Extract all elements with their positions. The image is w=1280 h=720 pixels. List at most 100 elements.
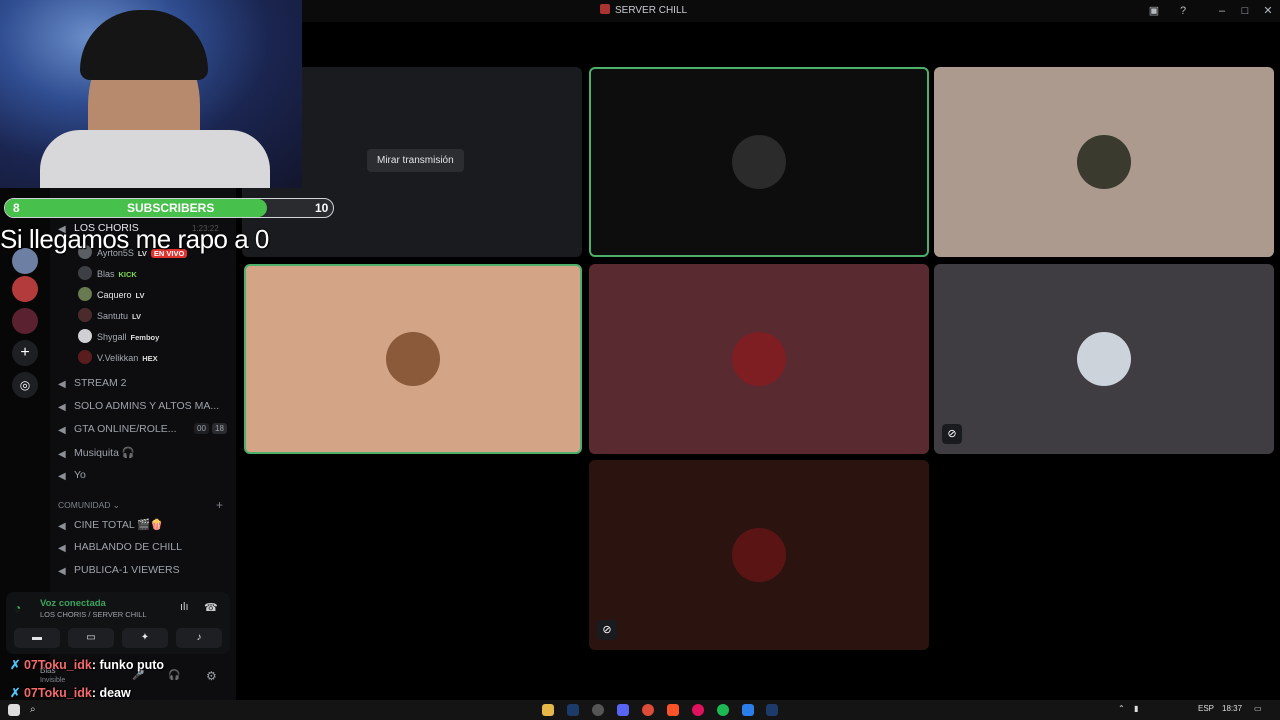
avatar [1077,135,1131,189]
avatar [732,528,786,582]
speaker-icon: ◀ [58,521,66,532]
channel-label: GTA ONLINE/ROLE... [74,423,177,435]
voice-grid: Mirar transmisión ⊘ ⊘ [236,22,1280,700]
speaker-icon: ◀ [58,543,66,554]
tray-chevron-icon[interactable]: ⌃ [1118,704,1125,713]
participant-tile[interactable] [589,67,929,257]
channel-label: PUBLICA-1 VIEWERS [74,564,180,576]
disconnect-icon[interactable]: ☎ [204,601,218,614]
camera-button[interactable]: ▬ [14,628,60,648]
avatar [732,332,786,386]
member-item[interactable]: Caquero LV [78,287,145,301]
add-server-icon[interactable]: + [12,340,38,366]
taskbar: ⌕ ⌃ ▮ ESP 18:37 ▭ [0,700,1280,720]
member-item[interactable]: Shygall Femboy [78,329,159,343]
notifications-icon[interactable]: ▭ [1254,704,1262,713]
goal-text: Si llegamos me rapo a 0 [0,224,269,254]
server-icon-2[interactable] [12,276,38,302]
member-name: V.Velikkan [97,353,139,363]
category-header[interactable]: COMUNIDAD ⌄ [58,500,120,511]
channel-item[interactable]: ◀ GTA ONLINE/ROLE... 00 18 [58,423,227,436]
share-screen-button[interactable]: ▭ [68,628,114,648]
member-name: Shygall [97,332,127,342]
headphones-icon[interactable]: 🎧 [168,670,180,681]
add-channel-icon[interactable]: + [216,498,223,512]
file-explorer-icon[interactable] [542,704,554,716]
chrome-icon[interactable] [642,704,654,716]
speaker-icon: ◀ [58,425,66,436]
app-icon[interactable] [592,704,604,716]
speaker-icon: ◀ [58,566,66,577]
avatar [1077,332,1131,386]
channel-limit: 18 [212,423,227,434]
member-item[interactable]: Blas KICK [78,266,137,280]
member-item[interactable]: Santutu LV [78,308,141,322]
voice-status: Voz conectada [40,598,106,609]
subscriber-goal: 10 [315,201,329,215]
steam-icon[interactable] [766,704,778,716]
speaker-icon: ◀ [58,402,66,413]
member-name: Blas [97,269,115,279]
activities-button[interactable]: ✦ [122,628,168,648]
minimize-button[interactable]: – [1215,4,1229,18]
brave-icon[interactable] [667,704,679,716]
participant-tile[interactable] [244,264,582,454]
channel-item[interactable]: ◀ Yo [58,469,86,482]
channel-label: Yo [74,469,86,481]
voice-location[interactable]: LOS CHORIS / SERVER CHILL [40,610,147,619]
maximize-button[interactable]: □ [1238,4,1252,18]
channel-item[interactable]: ◀ PUBLICA-1 VIEWERS [58,564,180,577]
voice-panel: ◔ Voz conectada LOS CHORIS / SERVER CHIL… [6,592,230,654]
start-icon[interactable] [8,704,20,716]
avatar [78,287,92,301]
help-icon[interactable]: ? [1176,4,1190,18]
inbox-icon[interactable]: ▣ [1147,4,1161,18]
app-icon[interactable] [742,704,754,716]
sword-icon: ✗ [10,686,21,700]
avatar [78,308,92,322]
subscriber-label: SUBSCRIBERS [127,201,215,215]
chat-text: funko puto [99,658,165,672]
avatar [78,329,92,343]
sword-icon: ✗ [10,658,21,672]
participant-tile[interactable]: ⊘ [934,264,1274,454]
category-label: COMUNIDAD [58,500,111,510]
channel-item[interactable]: ◀ Musiquita 🎧 [58,446,135,460]
channel-item[interactable]: ◀ HABLANDO DE CHILL [58,541,182,554]
noise-suppression-icon[interactable]: ılı [180,601,189,613]
close-button[interactable]: ✕ [1261,4,1275,18]
chat-message: ✗ 07Toku_idk: funko puto [10,658,165,672]
server-icon [600,4,610,14]
discord-icon[interactable] [617,704,629,716]
signal-icon[interactable]: ◔ [14,601,32,619]
steam-icon[interactable] [567,704,579,716]
speaker-icon: ◀ [58,379,66,390]
channel-item[interactable]: ◀ SOLO ADMINS Y ALTOS MA... [58,400,219,413]
settings-icon[interactable]: ⚙ [206,669,217,683]
watch-stream-button[interactable]: Mirar transmisión [367,149,464,172]
media-icon[interactable] [692,704,704,716]
user-status: Invisible [40,677,66,684]
chat-username: 07Toku_idk [23,658,92,672]
participant-tile[interactable] [934,67,1274,257]
subscriber-count: 8 [13,201,20,215]
language-indicator[interactable]: ESP [1198,704,1214,713]
chat-message: ✗ 07Toku_idk: deaw [10,686,131,700]
server-icon-3[interactable] [12,308,38,334]
participant-tile[interactable]: ⊘ [589,460,929,650]
participant-tile[interactable] [589,264,929,454]
search-icon[interactable]: ⌕ [30,704,42,716]
channel-item[interactable]: ◀ STREAM 2 [58,377,127,390]
tray-mic-icon[interactable]: ▮ [1134,704,1138,713]
channel-item[interactable]: ◀ CINE TOTAL 🎬🍿 [58,518,163,532]
clock[interactable]: 18:37 [1222,704,1242,713]
explore-icon[interactable]: ◎ [12,372,38,398]
soundboard-button[interactable]: ♪ [176,628,222,648]
chat-text: deaw [99,686,131,700]
window-title-text: SERVER CHILL [615,5,688,16]
spotify-icon[interactable] [717,704,729,716]
avatar [732,135,786,189]
member-item[interactable]: V.Velikkan HEX [78,350,158,364]
headset [80,10,208,80]
avatar [78,350,92,364]
